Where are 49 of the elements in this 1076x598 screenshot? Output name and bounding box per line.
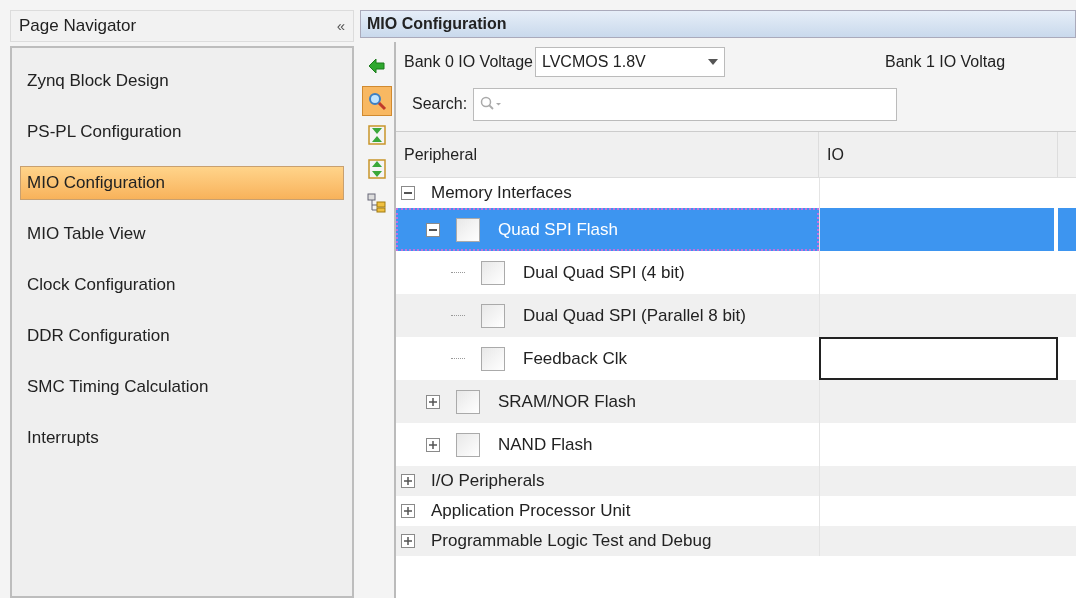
tree-row[interactable]: Application Processor Unit [396,496,819,526]
tree-label: NAND Flash [498,433,593,456]
checkbox[interactable] [456,217,480,242]
search-field[interactable] [473,87,898,121]
tree-label: Quad SPI Flash [498,218,618,241]
navigator-item[interactable]: Clock Configuration [20,268,344,302]
tree-row[interactable]: NAND Flash [396,423,819,466]
checkbox[interactable] [456,432,480,457]
navigator-item[interactable]: MIO Configuration [20,166,344,200]
panel-title: Page Navigator [19,15,137,38]
collapse-button[interactable]: « [336,14,345,38]
expand-icon[interactable] [401,474,415,488]
tree-label: Application Processor Unit [431,500,631,523]
tree-row[interactable]: Dual Quad SPI (4 bit) [396,251,819,294]
expand-icon[interactable] [426,437,440,452]
checkbox[interactable] [481,346,505,371]
tree-label: I/O Peripherals [431,470,545,493]
navigator-item[interactable]: SMC Timing Calculation [20,370,344,404]
tree-label: Memory Interfaces [431,182,572,205]
field-label: Bank 1 IO Voltag [885,52,1006,72]
voltage-dropdown[interactable]: LVCMOS 1.8V [535,47,725,77]
panel-title: MIO Configuration [360,10,1076,38]
tree-row[interactable]: Feedback Clk [396,337,819,380]
column-header[interactable]: IO [819,132,1058,177]
column-header[interactable]: Peripheral [396,132,819,177]
expand-icon[interactable] [401,504,415,518]
search-icon[interactable] [362,86,392,116]
tree-label: Dual Quad SPI (Parallel 8 bit) [523,304,746,327]
checkbox[interactable] [481,260,505,285]
expand-icon[interactable] [426,394,440,409]
caret-icon [708,59,718,65]
tree-label: Feedback Clk [523,347,627,370]
collapse-icon[interactable] [401,186,415,200]
field-label: Bank 0 IO Voltage [404,52,533,72]
field-label: Search: [412,94,468,114]
checkbox[interactable] [456,389,480,414]
tree-label: SRAM/NOR Flash [498,390,636,413]
navigator-item[interactable]: Interrupts [20,421,344,455]
collapse-icon[interactable] [426,222,440,237]
navigator-item[interactable]: DDR Configuration [20,319,344,353]
tree-row[interactable]: Memory Interfaces [396,178,819,208]
io-field[interactable] [819,337,1058,380]
navigator-item[interactable]: Zynq Block Design [20,64,344,98]
tree-label: Programmable Logic Test and Debug [431,530,712,553]
navigator-item[interactable]: MIO Table View [20,217,344,251]
checkbox[interactable] [481,303,505,328]
navigator-item[interactable]: PS-PL Configuration [20,115,344,149]
expand-icon[interactable] [401,534,415,548]
tree-label: Dual Quad SPI (4 bit) [523,261,685,284]
